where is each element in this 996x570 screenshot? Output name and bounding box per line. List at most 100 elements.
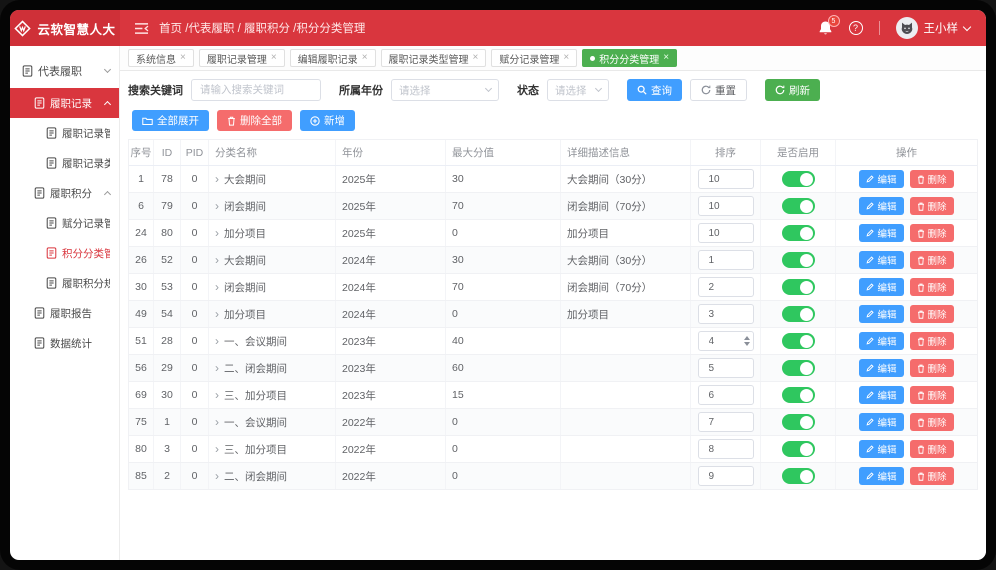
sort-input[interactable]: [698, 358, 754, 378]
delete-button[interactable]: 删除: [910, 386, 954, 404]
enable-toggle[interactable]: [782, 333, 815, 349]
tab[interactable]: 履职记录管理 ×: [199, 49, 285, 67]
sort-input[interactable]: [698, 304, 754, 324]
edit-button[interactable]: 编辑: [859, 359, 903, 377]
delete-button[interactable]: 删除: [910, 413, 954, 431]
expand-caret-icon[interactable]: ›: [215, 173, 219, 185]
delete-button[interactable]: 删除: [910, 170, 954, 188]
active-dot-icon: [590, 56, 595, 61]
enable-toggle[interactable]: [782, 198, 815, 214]
tab-close-icon[interactable]: ×: [362, 53, 368, 63]
edit-button[interactable]: 编辑: [859, 332, 903, 350]
edit-button[interactable]: 编辑: [859, 413, 903, 431]
tab-close-icon[interactable]: ×: [563, 53, 569, 63]
tab[interactable]: 赋分记录管理 ×: [491, 49, 577, 67]
delete-button[interactable]: 删除: [910, 359, 954, 377]
edit-button[interactable]: 编辑: [859, 251, 903, 269]
notification-bell-icon[interactable]: 5: [818, 20, 833, 36]
delete-button[interactable]: 删除: [910, 197, 954, 215]
sort-input[interactable]: [698, 466, 754, 486]
help-icon[interactable]: ?: [849, 21, 863, 35]
edit-button[interactable]: 编辑: [859, 440, 903, 458]
user-menu[interactable]: 王小样: [896, 17, 971, 39]
expand-caret-icon[interactable]: ›: [215, 227, 219, 239]
enable-toggle[interactable]: [782, 387, 815, 403]
edit-button[interactable]: 编辑: [859, 224, 903, 242]
search-button[interactable]: 查询: [627, 79, 682, 101]
enable-toggle[interactable]: [782, 414, 815, 430]
trash-icon: [917, 418, 925, 427]
sidebar-item[interactable]: 数据统计: [10, 328, 119, 358]
status-select[interactable]: 请选择: [547, 79, 609, 101]
sidebar-item[interactable]: 履职报告: [10, 298, 119, 328]
refresh-button[interactable]: 刷新: [765, 79, 820, 101]
enable-toggle[interactable]: [782, 225, 815, 241]
sidebar-item[interactable]: 积分分类管理: [10, 238, 119, 268]
sidebar-item[interactable]: 履职记录: [10, 88, 119, 118]
tab-close-icon[interactable]: ×: [663, 53, 669, 63]
edit-button[interactable]: 编辑: [859, 467, 903, 485]
sort-input[interactable]: [698, 169, 754, 189]
enable-toggle[interactable]: [782, 306, 815, 322]
tab-close-icon[interactable]: ×: [473, 53, 479, 63]
trash-icon: [917, 202, 925, 211]
delete-button[interactable]: 删除: [910, 224, 954, 242]
delete-button[interactable]: 删除: [910, 278, 954, 296]
tab[interactable]: 编辑履职记录 ×: [290, 49, 376, 67]
delete-button[interactable]: 删除: [910, 305, 954, 323]
sort-input[interactable]: [698, 250, 754, 270]
sidebar-item[interactable]: 赋分记录管理: [10, 208, 119, 238]
sort-input[interactable]: [698, 223, 754, 243]
enable-toggle[interactable]: [782, 171, 815, 187]
edit-button[interactable]: 编辑: [859, 197, 903, 215]
expand-all-button[interactable]: 全部展开: [132, 110, 209, 131]
delete-all-button[interactable]: 删除全部: [217, 110, 292, 131]
sort-spinner[interactable]: [744, 336, 750, 346]
enable-toggle[interactable]: [782, 441, 815, 457]
tab-close-icon[interactable]: ×: [271, 53, 277, 63]
tab-close-icon[interactable]: ×: [180, 53, 186, 63]
add-button[interactable]: 新增: [300, 110, 355, 131]
expand-caret-icon[interactable]: ›: [215, 281, 219, 293]
enable-toggle[interactable]: [782, 468, 815, 484]
delete-button[interactable]: 删除: [910, 467, 954, 485]
breadcrumb[interactable]: 首页 /代表履职 / 履职积分 /积分分类管理: [159, 20, 365, 36]
edit-button[interactable]: 编辑: [859, 278, 903, 296]
keyword-input[interactable]: [191, 79, 321, 101]
tab[interactable]: 系统信息 ×: [128, 49, 194, 67]
sort-input[interactable]: [698, 412, 754, 432]
menu-fold-icon[interactable]: [134, 22, 149, 35]
enable-toggle[interactable]: [782, 360, 815, 376]
tab[interactable]: 积分分类管理 ×: [582, 49, 677, 67]
sort-input[interactable]: [698, 439, 754, 459]
expand-caret-icon[interactable]: ›: [215, 389, 219, 401]
expand-caret-icon[interactable]: ›: [215, 200, 219, 212]
delete-button[interactable]: 删除: [910, 440, 954, 458]
sidebar-item[interactable]: 履职积分规则: [10, 268, 119, 298]
expand-caret-icon[interactable]: ›: [215, 416, 219, 428]
sort-input[interactable]: [698, 196, 754, 216]
sort-input[interactable]: [698, 385, 754, 405]
edit-button[interactable]: 编辑: [859, 386, 903, 404]
expand-caret-icon[interactable]: ›: [215, 362, 219, 374]
edit-button[interactable]: 编辑: [859, 305, 903, 323]
expand-caret-icon[interactable]: ›: [215, 335, 219, 347]
sort-input[interactable]: [698, 277, 754, 297]
sidebar-item[interactable]: 履职记录类型管理: [10, 148, 119, 178]
delete-button[interactable]: 删除: [910, 251, 954, 269]
tab[interactable]: 履职记录类型管理 ×: [381, 49, 487, 67]
expand-caret-icon[interactable]: ›: [215, 470, 219, 482]
enable-toggle[interactable]: [782, 252, 815, 268]
delete-button[interactable]: 删除: [910, 332, 954, 350]
expand-caret-icon[interactable]: ›: [215, 308, 219, 320]
reset-button[interactable]: 重置: [690, 79, 747, 101]
expand-caret-icon[interactable]: ›: [215, 443, 219, 455]
sidebar-item[interactable]: 履职积分: [10, 178, 119, 208]
edit-button[interactable]: 编辑: [859, 170, 903, 188]
enable-toggle[interactable]: [782, 279, 815, 295]
expand-caret-icon[interactable]: ›: [215, 254, 219, 266]
sidebar-item[interactable]: 代表履职: [10, 54, 119, 88]
pencil-icon: [866, 229, 874, 237]
sidebar-item[interactable]: 履职记录管理: [10, 118, 119, 148]
year-select[interactable]: 请选择: [391, 79, 499, 101]
